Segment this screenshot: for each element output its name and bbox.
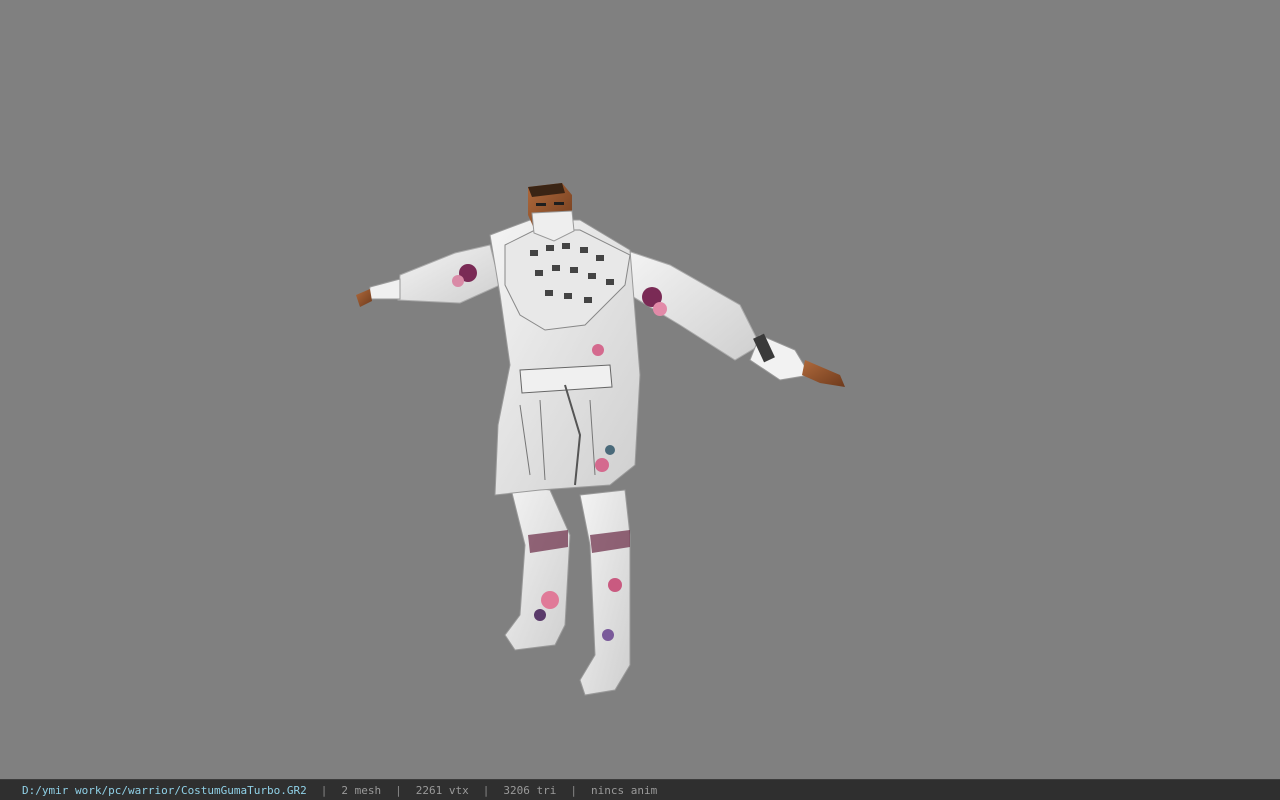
- separator: |: [570, 783, 577, 797]
- animation-status: nincs anim: [591, 783, 658, 797]
- right-arm: [624, 249, 845, 387]
- file-path: D:/ymir work/pc/warrior/CostumGumaTurbo.…: [22, 783, 307, 797]
- separator: |: [482, 783, 490, 797]
- character-model[interactable]: [340, 175, 860, 715]
- head: [528, 183, 575, 242]
- triangle-count: 3206 tri: [503, 783, 557, 797]
- vertex-count: 2261 vtx: [415, 783, 469, 797]
- left-arm: [356, 244, 501, 307]
- legs: [504, 484, 631, 696]
- status-bar: D:/ymir work/pc/warrior/CostumGumaTurbo.…: [0, 779, 1280, 800]
- mesh-count: 2 mesh: [341, 783, 382, 797]
- 3d-viewport[interactable]: [0, 0, 1280, 779]
- separator: |: [395, 783, 402, 797]
- torso: [489, 219, 641, 496]
- separator: |: [320, 783, 328, 797]
